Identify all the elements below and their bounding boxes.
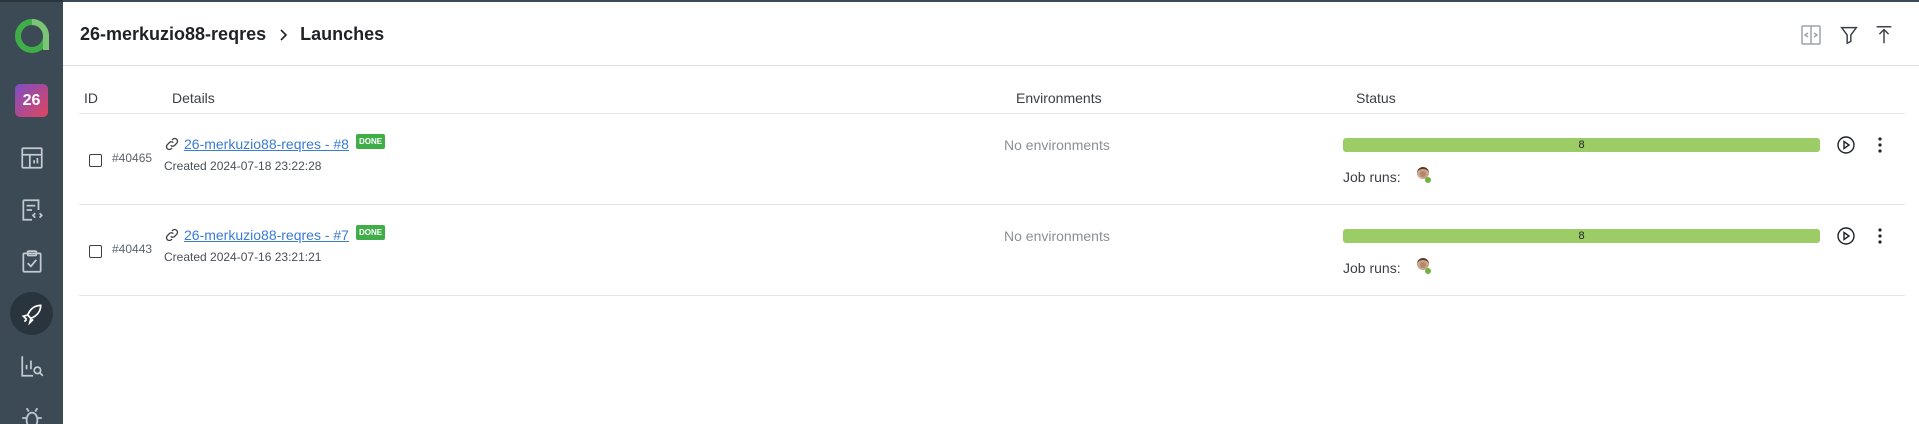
sidebar-item-launches[interactable] [10, 292, 53, 335]
rerun-icon[interactable] [1836, 135, 1856, 155]
table-row[interactable]: #40443 26-merkuzio88-reqres - #7 DONE Cr… [79, 205, 1905, 296]
column-details: Details [172, 90, 215, 106]
created-date: Created 2024-07-16 23:21:21 [164, 250, 322, 264]
launches-icon [21, 303, 42, 325]
link-icon [165, 228, 179, 242]
analytics-icon [20, 355, 43, 377]
page-title: Launches [300, 24, 385, 44]
breadcrumb: 26-merkuzio88-reqres Launches [80, 24, 384, 45]
environments-value: No environments [1004, 228, 1110, 244]
compare-icon [1801, 25, 1821, 45]
status-badge: DONE [355, 133, 386, 149]
launch-title: 26-merkuzio88-reqres - #7 DONE [164, 224, 386, 243]
status-badge: DONE [355, 224, 386, 240]
column-environments: Environments [1016, 90, 1102, 106]
sidebar-item-test-plans[interactable] [10, 240, 53, 283]
sidebar: 26 [0, 0, 63, 424]
filter-button[interactable] [1836, 22, 1862, 48]
sidebar-item-dashboards[interactable] [10, 136, 53, 179]
job-runs: Job runs: [1343, 257, 1433, 277]
chevron-right-icon [280, 28, 288, 41]
breadcrumb-project[interactable]: 26-merkuzio88-reqres [80, 24, 266, 45]
table-header: ID Details Environments Status [79, 66, 1905, 114]
rerun-icon[interactable] [1836, 226, 1856, 246]
compare-button[interactable] [1798, 22, 1824, 48]
launch-id: #40465 [112, 151, 153, 165]
sidebar-item-test-cases[interactable] [10, 188, 53, 231]
launch-link[interactable]: 26-merkuzio88-reqres - #8 [184, 136, 349, 152]
row-checkbox[interactable] [89, 245, 102, 258]
dashboards-icon [20, 146, 43, 169]
avatar[interactable] [1415, 166, 1433, 184]
launch-title: 26-merkuzio88-reqres - #8 DONE [164, 133, 386, 152]
more-options-icon[interactable] [1870, 226, 1890, 246]
launch-link[interactable]: 26-merkuzio88-reqres - #7 [184, 227, 349, 243]
upload-button[interactable] [1871, 22, 1897, 48]
launches-table: ID Details Environments Status #40465 26… [79, 66, 1905, 296]
test-plans-icon [21, 249, 42, 273]
sidebar-item-defects[interactable] [10, 396, 53, 424]
top-bar: 26-merkuzio88-reqres Launches [63, 0, 1919, 66]
environments-value: No environments [1004, 137, 1110, 153]
test-cases-icon [21, 198, 43, 221]
job-runs: Job runs: [1343, 166, 1433, 186]
launch-id: #40443 [112, 242, 153, 256]
job-runs-label: Job runs: [1343, 260, 1401, 276]
table-row[interactable]: #40465 26-merkuzio88-reqres - #8 DONE Cr… [79, 114, 1905, 205]
sidebar-item-analytics[interactable] [10, 344, 53, 387]
created-date: Created 2024-07-18 23:22:28 [164, 159, 322, 173]
allure-logo-icon[interactable] [14, 18, 50, 54]
passed-progress-bar[interactable]: 8 [1343, 138, 1820, 152]
column-status: Status [1356, 90, 1396, 106]
defects-icon [21, 407, 42, 424]
job-runs-label: Job runs: [1343, 169, 1401, 185]
row-checkbox[interactable] [89, 154, 102, 167]
passed-progress-bar[interactable]: 8 [1343, 229, 1820, 243]
column-id: ID [84, 90, 98, 106]
project-badge[interactable]: 26 [15, 84, 48, 117]
filter-icon [1840, 26, 1858, 45]
upload-icon [1876, 26, 1892, 44]
link-icon [165, 137, 179, 151]
more-options-icon[interactable] [1870, 135, 1890, 155]
avatar[interactable] [1415, 257, 1433, 275]
